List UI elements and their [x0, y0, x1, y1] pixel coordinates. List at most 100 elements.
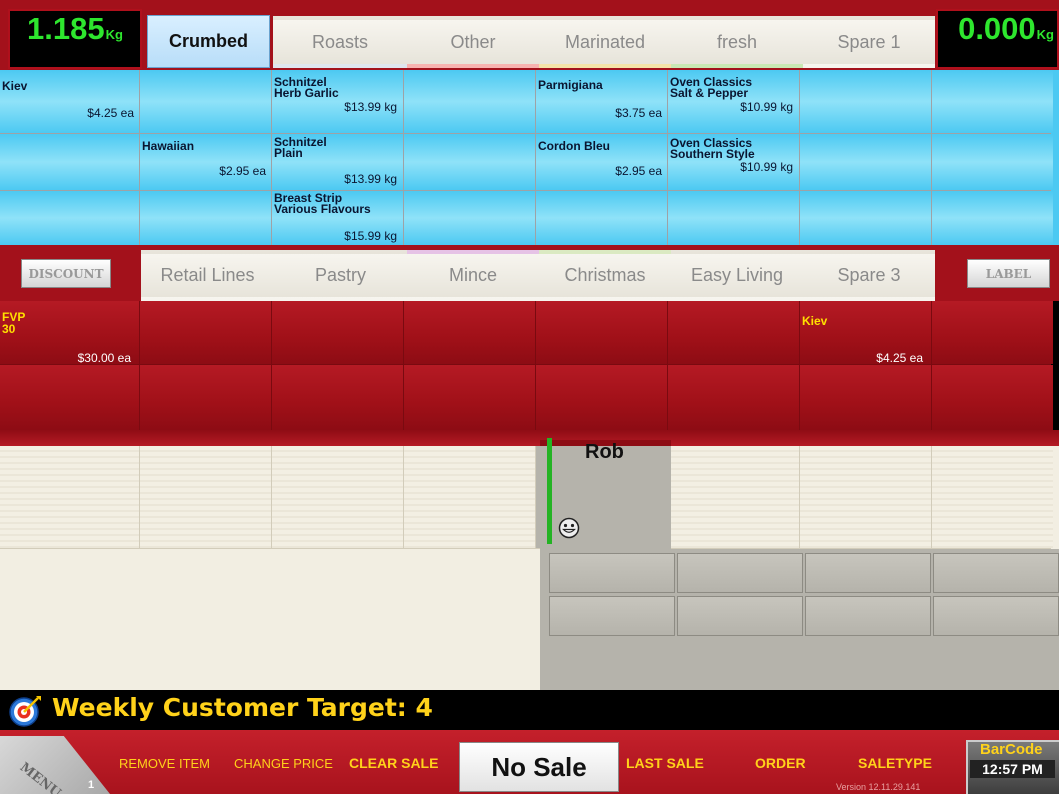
product-schnitzel-herb-garlic[interactable]: Schnitzel Herb Garlic $13.99 kg [272, 70, 404, 133]
product-empty[interactable] [0, 134, 140, 190]
barcode-label: BarCode [980, 741, 1043, 758]
product-empty[interactable] [0, 191, 140, 245]
product-name: Hawaiian [142, 139, 195, 153]
product-empty[interactable] [404, 365, 536, 430]
beige-cell[interactable] [140, 446, 272, 548]
grey-key[interactable] [549, 596, 675, 636]
pos-screen: 1.185 Kg Crumbed Roasts Other Marinated f… [0, 0, 1059, 794]
product-price: $3.75 ea [615, 106, 662, 120]
grey-key[interactable] [805, 553, 931, 593]
discount-button[interactable]: DISCOUNT [21, 259, 111, 288]
remove-item-button[interactable]: REMOVE ITEM [119, 756, 210, 771]
product-empty[interactable] [140, 301, 272, 364]
product-empty[interactable] [668, 191, 800, 245]
clear-sale-button[interactable]: CLEAR SALE [349, 755, 438, 771]
beige-cell[interactable] [272, 446, 404, 548]
grey-key[interactable] [933, 596, 1059, 636]
product-kiev-red[interactable]: Kiev $4.25 ea [800, 301, 932, 364]
grey-key[interactable] [677, 553, 803, 593]
product-price: $4.25 ea [876, 351, 923, 364]
product-empty[interactable] [536, 191, 668, 245]
tab-easy-living[interactable]: Easy Living [671, 250, 803, 301]
product-hawaiian[interactable]: Hawaiian $2.95 ea [140, 134, 272, 190]
beige-cell[interactable] [932, 446, 1053, 548]
scale-weight-left: 1.185 Kg [8, 9, 142, 69]
change-price-button[interactable]: CHANGE PRICE [234, 756, 333, 771]
saletype-button[interactable]: SALETYPE [858, 755, 932, 771]
product-empty[interactable] [404, 134, 536, 190]
product-empty[interactable] [536, 365, 668, 430]
product-price: $2.95 ea [219, 164, 266, 178]
product-name: Kiev [2, 79, 28, 93]
product-empty[interactable] [800, 191, 932, 245]
label-button[interactable]: LABEL [967, 259, 1050, 288]
product-empty[interactable] [800, 365, 932, 430]
product-empty[interactable] [404, 191, 536, 245]
product-empty[interactable] [140, 191, 272, 245]
operator-name: Rob [585, 441, 624, 463]
product-cordon-bleu[interactable]: Cordon Bleu $2.95 ea [536, 134, 668, 190]
product-name: Kiev [802, 314, 828, 328]
beige-cell[interactable] [0, 446, 140, 548]
tab-mince[interactable]: Mince [407, 250, 539, 301]
product-empty[interactable] [932, 191, 1053, 245]
product-empty[interactable] [800, 70, 932, 133]
product-empty[interactable] [536, 301, 668, 364]
product-empty[interactable] [932, 70, 1053, 133]
tab-spare-3[interactable]: Spare 3 [803, 250, 935, 301]
product-empty[interactable] [668, 365, 800, 430]
product-empty[interactable] [140, 365, 272, 430]
grey-key[interactable] [549, 553, 675, 593]
product-kiev[interactable]: Kiev $4.25 ea [0, 70, 140, 133]
product-empty[interactable] [932, 134, 1053, 190]
last-sale-button[interactable]: LAST SALE [626, 755, 704, 771]
product-empty[interactable] [668, 301, 800, 364]
product-schnitzel-plain[interactable]: Schnitzel Plain $13.99 kg [272, 134, 404, 190]
product-oven-classics-salt-pepper[interactable]: Oven Classics Salt & Pepper $10.99 kg [668, 70, 800, 133]
product-breast-strip[interactable]: Breast Strip Various Flavours $15.99 kg [272, 191, 404, 245]
product-price: $10.99 kg [740, 160, 793, 174]
scale-right-unit: Kg [1036, 27, 1054, 42]
tab-retail-lines[interactable]: Retail Lines [141, 250, 274, 301]
product-name: Oven Classics Southern Style [670, 136, 755, 161]
product-empty[interactable] [932, 365, 1053, 430]
product-empty[interactable] [140, 70, 272, 133]
grey-key[interactable] [933, 553, 1059, 593]
product-price: $13.99 kg [344, 172, 397, 186]
product-oven-classics-southern-style[interactable]: Oven Classics Southern Style $10.99 kg [668, 134, 800, 190]
tab-marinated[interactable]: Marinated [539, 16, 671, 68]
tab-roasts[interactable]: Roasts [273, 16, 407, 68]
product-empty[interactable] [404, 301, 536, 364]
product-parmigiana[interactable]: Parmigiana $3.75 ea [536, 70, 668, 133]
tab-crumbed[interactable]: Crumbed [147, 15, 270, 68]
no-sale-button[interactable]: No Sale [459, 742, 619, 792]
beige-cell[interactable] [404, 446, 536, 548]
product-name: FVP 30 [2, 310, 26, 336]
product-empty[interactable] [0, 365, 140, 430]
product-price: $10.99 kg [740, 100, 793, 114]
tab-spare-1[interactable]: Spare 1 [803, 16, 935, 68]
tab-fresh[interactable]: fresh [671, 16, 803, 68]
grey-key[interactable] [677, 596, 803, 636]
beige-cell[interactable] [800, 446, 932, 548]
product-price: $13.99 kg [344, 100, 397, 114]
product-name: Schnitzel Plain [274, 135, 327, 160]
tab-christmas[interactable]: Christmas [539, 250, 671, 301]
tab-pastry[interactable]: Pastry [274, 250, 407, 301]
product-empty[interactable] [404, 70, 536, 133]
scale-right-value: 0.000 [958, 11, 1036, 46]
product-empty[interactable] [272, 301, 404, 364]
clock-display: 12:57 PM [970, 760, 1055, 778]
product-empty[interactable] [800, 134, 932, 190]
product-empty[interactable] [272, 365, 404, 430]
product-empty[interactable] [932, 301, 1053, 364]
product-price: $4.25 ea [87, 106, 134, 120]
product-name: Schnitzel Herb Garlic [274, 75, 339, 100]
product-name: Parmigiana [538, 78, 603, 92]
order-button[interactable]: ORDER [755, 755, 806, 771]
beige-cell[interactable] [668, 446, 800, 548]
tab-other[interactable]: Other [407, 16, 539, 68]
product-fvp-30[interactable]: FVP 30 $30.00 ea [0, 301, 140, 364]
grey-key[interactable] [805, 596, 931, 636]
red-divider [0, 430, 1059, 446]
